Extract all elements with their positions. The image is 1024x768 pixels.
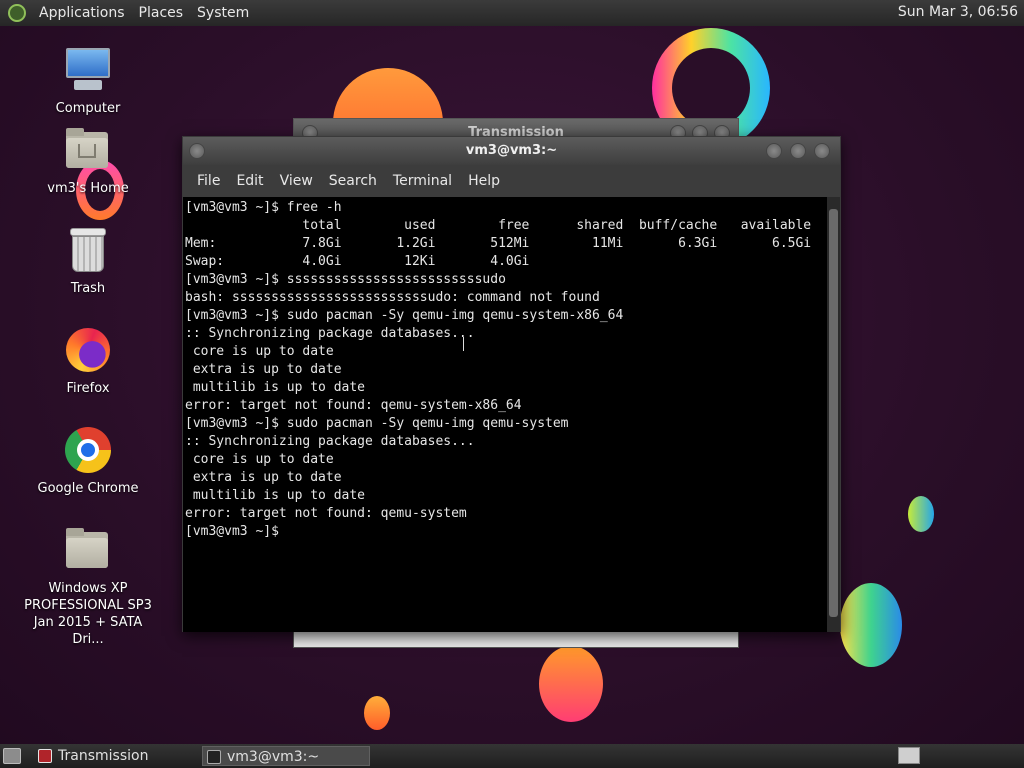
close-icon[interactable]	[814, 143, 830, 159]
desktop-icon-winxp-folder[interactable]: Windows XP PROFESSIONAL SP3 Jan 2015 + S…	[18, 526, 158, 648]
window-menu-icon[interactable]	[189, 143, 205, 159]
home-folder-icon	[64, 126, 112, 174]
taskbar: Transmission vm3@vm3:~	[0, 744, 1024, 768]
terminal-line: [vm3@vm3 ~]$ sssssssssssssssssssssssssud…	[185, 272, 506, 287]
terminal-line: multilib is up to date	[185, 380, 366, 395]
terminal-line: error: target not found: qemu-system-x86…	[185, 398, 522, 413]
desktop-icon-label: Firefox	[66, 381, 110, 396]
terminal-line: [vm3@vm3 ~]$ sudo pacman -Sy qemu-img qe…	[185, 308, 624, 323]
terminal-scrollbar[interactable]	[827, 197, 840, 632]
terminal-line: Mem: 7.8Gi 1.2Gi 512Mi 11Mi 6.3Gi 6.5Gi	[185, 236, 812, 251]
desktop-icon-label: vm3's Home	[47, 181, 129, 196]
desktop-icon-firefox[interactable]: Firefox	[18, 326, 158, 397]
desktop-icon-trash[interactable]: Trash	[18, 226, 158, 297]
minimize-icon[interactable]	[766, 143, 782, 159]
window-title: vm3@vm3:~	[465, 143, 558, 158]
window-titlebar[interactable]: vm3@vm3:~	[183, 137, 840, 165]
menu-applications[interactable]: Applications	[32, 5, 132, 21]
wallpaper-shape	[908, 496, 934, 532]
transmission-icon	[38, 749, 52, 763]
workspace-switcher[interactable]	[898, 747, 920, 764]
terminal-line: bash: sssssssssssssssssssssssssudo: comm…	[185, 290, 600, 305]
taskbar-item-terminal[interactable]: vm3@vm3:~	[202, 746, 370, 766]
terminal-window[interactable]: vm3@vm3:~ File Edit View Search Terminal…	[182, 136, 841, 632]
terminal-line: [vm3@vm3 ~]$	[185, 524, 287, 539]
chrome-icon	[64, 426, 112, 474]
wallpaper-shape	[539, 646, 603, 722]
terminal-menubar: File Edit View Search Terminal Help	[183, 165, 840, 197]
folder-icon	[64, 526, 112, 574]
terminal-line: extra is up to date	[185, 362, 342, 377]
menu-system[interactable]: System	[190, 5, 256, 21]
terminal-icon	[207, 750, 221, 764]
desktop-icon-label: Computer	[55, 101, 121, 116]
desktop-icon-label: Windows XP PROFESSIONAL SP3 Jan 2015 + S…	[24, 581, 152, 647]
menu-help[interactable]: Help	[460, 173, 508, 189]
terminal-output[interactable]: [vm3@vm3 ~]$ free -h total used free sha…	[183, 197, 828, 632]
taskbar-item-transmission[interactable]: Transmission	[34, 746, 199, 766]
maximize-icon[interactable]	[790, 143, 806, 159]
desktop-icon-label: Trash	[70, 281, 106, 296]
desktop-icon-label: Google Chrome	[37, 481, 139, 496]
terminal-line: total used free shared buff/cache availa…	[185, 218, 812, 233]
terminal-line: multilib is up to date	[185, 488, 366, 503]
wallpaper-shape	[364, 696, 390, 730]
taskbar-item-label: vm3@vm3:~	[227, 749, 320, 765]
firefox-icon	[64, 326, 112, 374]
menu-terminal[interactable]: Terminal	[385, 173, 460, 189]
menu-view[interactable]: View	[272, 173, 321, 189]
wallpaper-shape	[840, 583, 902, 667]
desktop-icon-home[interactable]: vm3's Home	[18, 126, 158, 197]
terminal-line: error: target not found: qemu-system	[185, 506, 467, 521]
top-panel: Applications Places System Sun Mar 3, 06…	[0, 0, 1024, 26]
terminal-line: [vm3@vm3 ~]$ free -h	[185, 200, 342, 215]
taskbar-item-label: Transmission	[58, 748, 149, 764]
menu-file[interactable]: File	[189, 173, 228, 189]
clock[interactable]: Sun Mar 3, 06:56	[898, 4, 1018, 20]
scrollbar-thumb[interactable]	[829, 209, 838, 617]
desktop-icon-chrome[interactable]: Google Chrome	[18, 426, 158, 497]
terminal-line: Swap: 4.0Gi 12Ki 4.0Gi	[185, 254, 530, 269]
trash-icon	[64, 226, 112, 274]
desktop-icon-computer[interactable]: Computer	[18, 46, 158, 117]
menu-places[interactable]: Places	[132, 5, 191, 21]
show-desktop-icon[interactable]	[3, 748, 21, 764]
menu-search[interactable]: Search	[321, 173, 385, 189]
ibeam-cursor-icon	[463, 337, 465, 351]
terminal-line: core is up to date	[185, 452, 334, 467]
distro-logo-icon[interactable]	[8, 4, 26, 22]
terminal-line: extra is up to date	[185, 470, 342, 485]
computer-icon	[64, 46, 112, 94]
terminal-line: :: Synchronizing package databases...	[185, 434, 475, 449]
terminal-line: :: Synchronizing package databases...	[185, 326, 475, 341]
terminal-line: core is up to date	[185, 344, 334, 359]
menu-edit[interactable]: Edit	[228, 173, 271, 189]
terminal-line: [vm3@vm3 ~]$ sudo pacman -Sy qemu-img qe…	[185, 416, 569, 431]
